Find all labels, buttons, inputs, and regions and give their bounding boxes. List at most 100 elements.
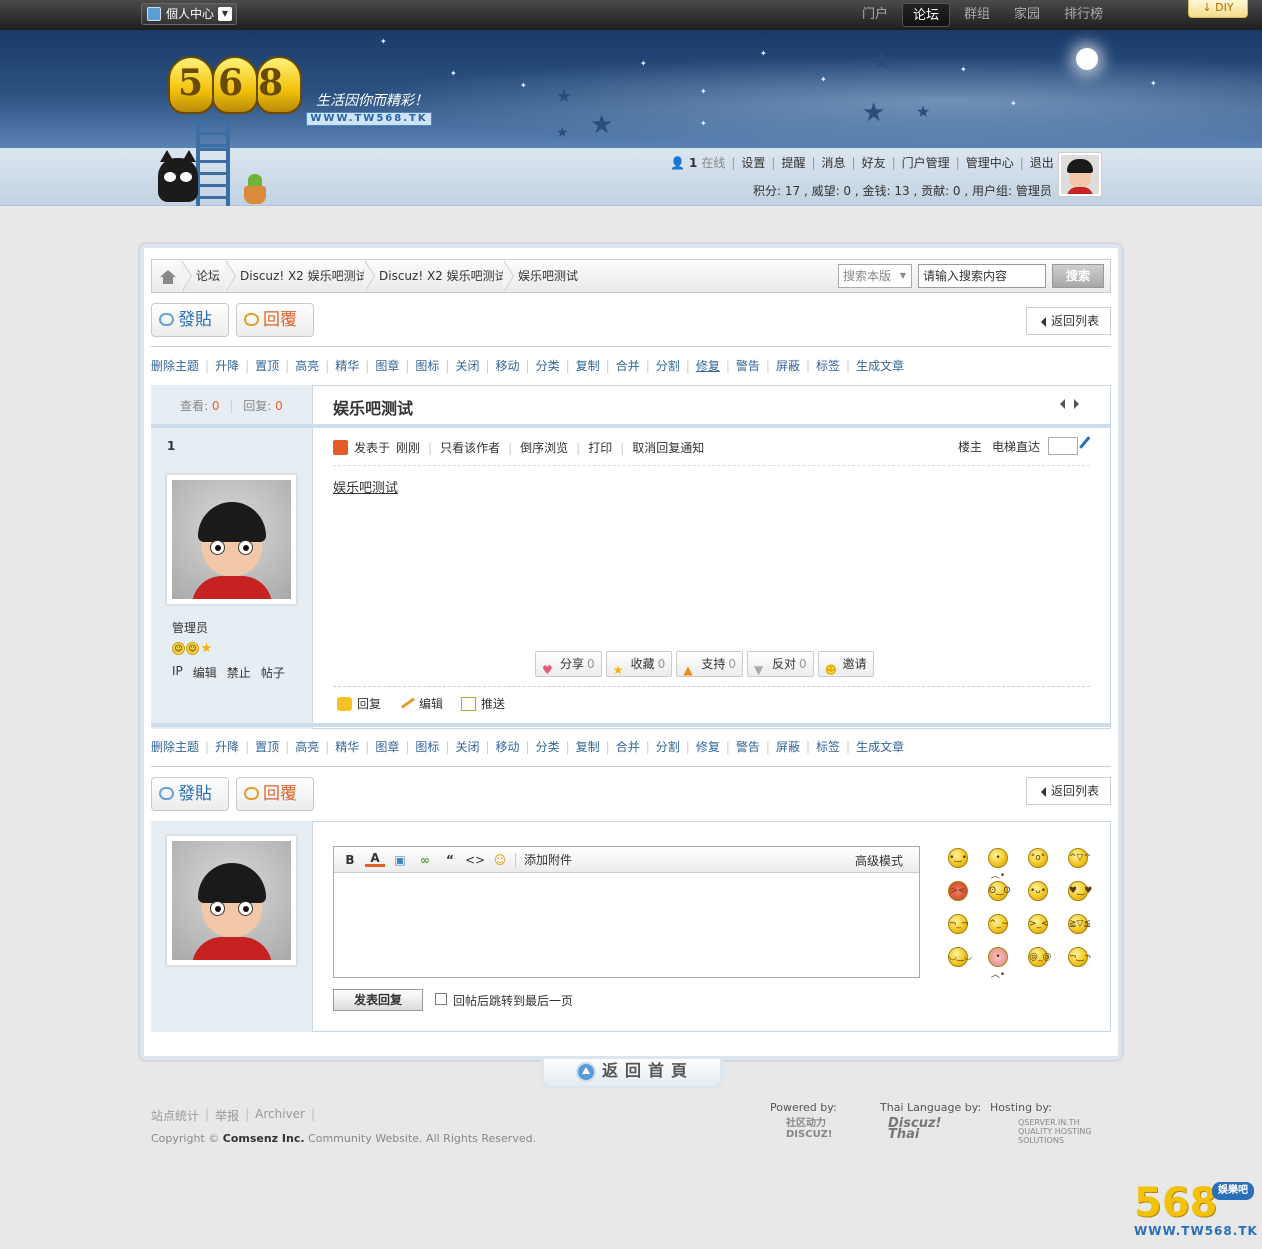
smiley-icon[interactable]: ☺ xyxy=(490,853,510,867)
surprised-face-icon[interactable]: °o° xyxy=(1028,848,1048,868)
mod-action[interactable]: 删除主题 xyxy=(151,739,199,755)
mod-action[interactable]: 屏蔽 xyxy=(776,739,800,755)
search-button[interactable]: 搜索 xyxy=(1052,264,1104,288)
cancel-notify-link[interactable]: 取消回复通知 xyxy=(632,439,704,456)
breadcrumb-category[interactable]: Discuz! X2 娱乐吧测试 xyxy=(240,260,368,292)
post-reply-link[interactable]: 回复 xyxy=(337,696,381,712)
new-post-button-bottom[interactable]: 發貼 xyxy=(151,777,229,811)
back-to-list-button[interactable]: 返回列表 xyxy=(1026,307,1111,335)
love-face-icon[interactable]: ♥‿♥ xyxy=(1068,881,1092,901)
user-avatar[interactable] xyxy=(1058,152,1102,197)
shy-face-icon[interactable]: ◡‿◡ xyxy=(948,947,972,967)
grin-face-icon[interactable]: ≧▽≦ xyxy=(1068,914,1091,934)
go-arrow-icon[interactable] xyxy=(1079,436,1099,456)
diy-button[interactable]: ↓ DIY xyxy=(1188,0,1248,18)
site-logo[interactable]: 568 xyxy=(168,46,306,118)
mod-action[interactable]: 移动 xyxy=(496,358,520,374)
user-menu-reminders[interactable]: 提醒 xyxy=(781,154,805,171)
new-post-button[interactable]: 發貼 xyxy=(151,303,229,337)
mod-action[interactable]: 分类 xyxy=(536,358,560,374)
submit-reply-button[interactable]: 发表回复 xyxy=(333,989,423,1011)
shocked-face-icon[interactable]: ʘ‿ʘ xyxy=(988,881,1010,901)
mod-action[interactable]: 图章 xyxy=(375,358,399,374)
mod-action[interactable]: 分割 xyxy=(656,739,680,755)
user-menu-messages[interactable]: 消息 xyxy=(822,154,846,171)
user-menu-settings[interactable]: 设置 xyxy=(741,154,765,171)
author-link-ip[interactable]: IP xyxy=(172,664,183,681)
reply-button[interactable]: 回覆 xyxy=(236,303,314,337)
next-thread-icon[interactable] xyxy=(1074,399,1079,409)
mod-action[interactable]: 高亮 xyxy=(295,739,319,755)
search-input[interactable]: 请输入搜索内容 xyxy=(918,264,1046,288)
mod-action[interactable]: 生成文章 xyxy=(856,739,904,755)
link-icon[interactable]: ∞ xyxy=(415,853,435,867)
quote-icon[interactable]: “ xyxy=(440,853,460,867)
support-button[interactable]: ▲ 支持 0 xyxy=(676,651,743,677)
prev-thread-icon[interactable] xyxy=(1060,399,1065,409)
mod-action[interactable]: 标签 xyxy=(816,358,840,374)
online-label[interactable]: 在线 xyxy=(701,154,725,171)
mod-action[interactable]: 删除主题 xyxy=(151,358,199,374)
reverse-order-link[interactable]: 倒序浏览 xyxy=(520,439,568,456)
mod-action[interactable]: 升降 xyxy=(215,739,239,755)
mod-action[interactable]: 置顶 xyxy=(255,739,279,755)
laughing-face-icon[interactable]: ^▽^ xyxy=(1068,848,1091,868)
mod-action[interactable]: 合并 xyxy=(616,358,640,374)
home-icon[interactable] xyxy=(160,270,176,284)
mod-action[interactable]: 精华 xyxy=(335,739,359,755)
author-link-posts[interactable]: 帖子 xyxy=(261,664,285,681)
smiley-icon[interactable]: •‿• xyxy=(948,848,968,868)
nav-ranking[interactable]: 排行榜 xyxy=(1054,3,1113,27)
mod-action[interactable]: 复制 xyxy=(576,739,600,755)
mod-action[interactable]: 关闭 xyxy=(455,358,479,374)
author-link-edit[interactable]: 编辑 xyxy=(193,664,217,681)
user-menu-portal-admin[interactable]: 门户管理 xyxy=(902,154,950,171)
oppose-button[interactable]: ▼ 反对 0 xyxy=(746,651,814,677)
bold-icon[interactable]: B xyxy=(340,853,360,867)
company-link[interactable]: Comsenz Inc. xyxy=(223,1132,305,1145)
add-attachment-link[interactable]: 添加附件 xyxy=(524,851,572,868)
search-scope-select[interactable]: 搜索本版 ▼ xyxy=(838,264,912,288)
dizzy-face-icon[interactable]: @_@ xyxy=(1028,947,1052,967)
mod-action[interactable]: 升降 xyxy=(215,358,239,374)
nav-home[interactable]: 家园 xyxy=(1004,3,1050,27)
mod-action[interactable]: 分类 xyxy=(536,739,560,755)
share-button[interactable]: ♥ 分享 0 xyxy=(535,651,602,677)
tired-face-icon[interactable]: >_< xyxy=(1028,914,1049,934)
floor-number-input[interactable] xyxy=(1048,437,1079,455)
mod-action[interactable]: 修复 xyxy=(696,358,720,374)
chevron-down-icon[interactable]: ▼ xyxy=(218,7,232,21)
reply-button-bottom[interactable]: 回覆 xyxy=(236,777,314,811)
mod-action[interactable]: 关闭 xyxy=(455,739,479,755)
mod-action[interactable]: 标签 xyxy=(816,739,840,755)
footer-stats-link[interactable]: 站点统计 xyxy=(151,1107,199,1124)
mod-action[interactable]: 图标 xyxy=(415,358,439,374)
mod-action[interactable]: 警告 xyxy=(736,358,760,374)
mod-action[interactable]: 图标 xyxy=(415,739,439,755)
mod-action[interactable]: 修复 xyxy=(696,739,720,755)
mod-action[interactable]: 高亮 xyxy=(295,358,319,374)
return-home-button[interactable]: 返回首頁 xyxy=(541,1059,723,1089)
mod-action[interactable]: 精华 xyxy=(335,358,359,374)
post-push-link[interactable]: 推送 xyxy=(461,696,505,712)
breadcrumb-forum[interactable]: 论坛 xyxy=(196,260,220,292)
nav-forum[interactable]: 论坛 xyxy=(902,3,951,27)
mod-action[interactable]: 复制 xyxy=(576,358,600,374)
user-menu-admin-center[interactable]: 管理中心 xyxy=(966,154,1014,171)
nav-portal[interactable]: 门户 xyxy=(852,3,898,27)
wink-face-icon[interactable]: ^_~ xyxy=(988,914,1009,934)
breadcrumb-board[interactable]: Discuz! X2 娱乐吧测试 xyxy=(379,260,507,292)
jump-last-page-label[interactable]: 回帖后跳转到最后一页 xyxy=(453,992,573,1009)
author-avatar[interactable] xyxy=(166,474,297,605)
only-author-link[interactable]: 只看该作者 xyxy=(440,439,500,456)
mod-action[interactable]: 移动 xyxy=(496,739,520,755)
mod-action[interactable]: 分割 xyxy=(656,358,680,374)
advanced-mode-link[interactable]: 高级模式 xyxy=(855,852,903,869)
angry-face-icon[interactable]: >< xyxy=(948,881,968,901)
code-icon[interactable]: <> xyxy=(465,853,485,867)
mod-action[interactable]: 图章 xyxy=(375,739,399,755)
font-color-icon[interactable]: A xyxy=(365,852,385,867)
mod-action[interactable]: 置顶 xyxy=(255,358,279,374)
user-menu-logout[interactable]: 退出 xyxy=(1030,154,1054,171)
personal-center-menu[interactable]: 個人中心 ▼ xyxy=(141,3,237,25)
